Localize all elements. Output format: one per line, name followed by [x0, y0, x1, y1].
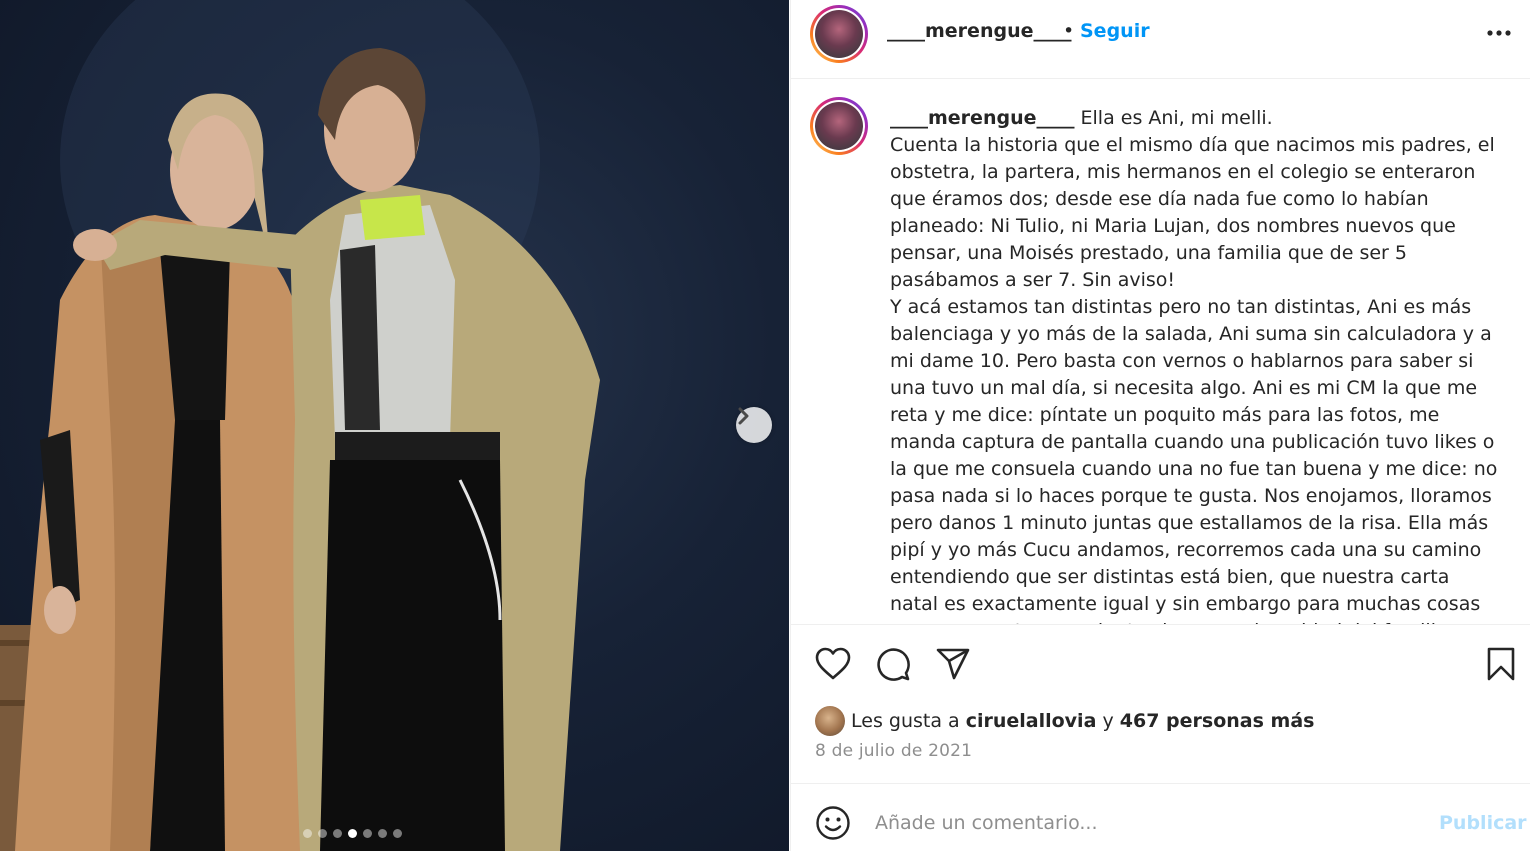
save-button[interactable] — [1481, 640, 1521, 688]
post-header: ____merengue____ • Seguir — [791, 0, 1530, 79]
carousel-indicator — [303, 829, 402, 838]
liker-username-link[interactable]: ciruelallovia — [966, 710, 1097, 732]
carousel-dot — [318, 829, 327, 838]
caption-username-link[interactable]: ____merengue____ — [890, 107, 1074, 129]
post-actions — [791, 640, 1530, 688]
comment-input[interactable] — [875, 806, 1415, 840]
more-horizontal-icon — [1487, 30, 1511, 36]
paper-plane-icon — [936, 648, 970, 680]
post-photo[interactable] — [0, 0, 789, 851]
heart-icon — [815, 647, 851, 680]
post-details-panel: ____merengue____ • Seguir ____merengue__… — [790, 0, 1530, 851]
caption-body: Ella es Ani, mi melli. Cuenta la histori… — [890, 107, 1498, 624]
more-options-button[interactable] — [1485, 21, 1513, 45]
like-button[interactable] — [813, 640, 853, 688]
carousel-dot-active — [348, 829, 357, 838]
author-avatar[interactable] — [810, 5, 868, 63]
header-separator: • — [1063, 20, 1075, 42]
likes-summary: Les gusta a ciruelallovia y 467 personas… — [815, 706, 1314, 736]
comment-bubble-icon — [877, 648, 910, 681]
smiley-icon — [816, 806, 850, 840]
caption-author-avatar[interactable] — [810, 97, 868, 155]
likes-connector: y — [1102, 710, 1114, 732]
carousel-dot — [303, 829, 312, 838]
comment-button[interactable] — [873, 640, 913, 688]
likes-prefix: Les gusta a — [851, 710, 960, 732]
emoji-button[interactable] — [815, 805, 851, 841]
caption-area[interactable]: ____merengue____ Ella es Ani, mi melli. … — [791, 80, 1530, 625]
chevron-right-icon — [738, 407, 749, 425]
next-photo-button[interactable] — [736, 407, 772, 443]
carousel-dot — [378, 829, 387, 838]
comment-bar: Publicar — [791, 783, 1530, 851]
carousel-dot — [333, 829, 342, 838]
photo-illustration — [0, 0, 600, 851]
share-button[interactable] — [933, 640, 973, 688]
publish-button[interactable]: Publicar — [1439, 812, 1527, 834]
caption: ____merengue____ Ella es Ani, mi melli. … — [890, 105, 1502, 624]
carousel-dot — [393, 829, 402, 838]
liker-avatar[interactable] — [815, 706, 845, 736]
likes-count-link[interactable]: 467 personas más — [1120, 710, 1315, 732]
bookmark-icon — [1487, 647, 1515, 681]
carousel-dot — [363, 829, 372, 838]
post-date[interactable]: 8 de julio de 2021 — [815, 741, 972, 761]
author-username-link[interactable]: ____merengue____ — [887, 20, 1071, 42]
follow-button[interactable]: Seguir — [1080, 20, 1150, 42]
